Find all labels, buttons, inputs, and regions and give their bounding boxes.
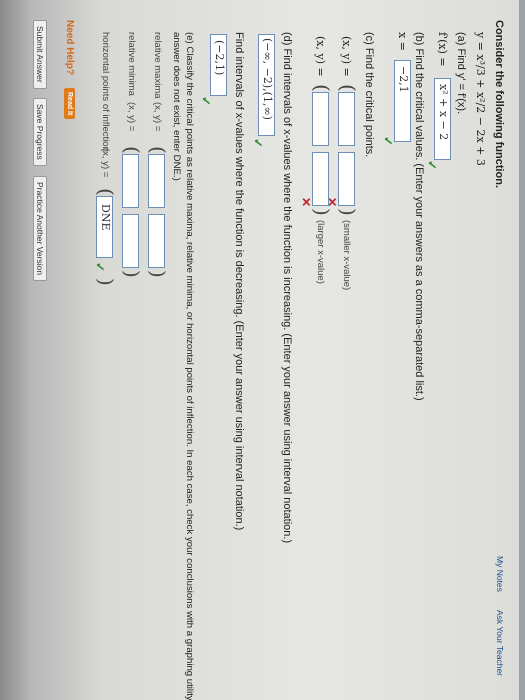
rel-max-xy-prefix: (x, y) =	[152, 102, 163, 132]
part-d-decreasing-answer: (−2,1)	[213, 40, 226, 76]
my-notes-link[interactable]: My Notes	[495, 556, 505, 592]
rel-max-open-paren: (	[146, 146, 170, 154]
hpoi-xy-prefix: (x, y) =	[100, 148, 111, 178]
part-c-y2-box[interactable]	[312, 152, 329, 206]
part-c-row1-close-paren: )	[336, 208, 360, 216]
part-d-decreasing-label: Find intervals of x-values where the fun…	[233, 32, 245, 531]
hpoi-close-paren: )	[94, 278, 118, 286]
part-a-check-icon: ✓	[425, 160, 439, 171]
rel-max-y-box[interactable]	[148, 214, 165, 268]
rel-min-close-paren: )	[120, 270, 144, 278]
rel-max-x-box[interactable]	[148, 154, 165, 208]
rel-max-label: relative maxima	[152, 32, 163, 99]
save-progress-button[interactable]: Save Progress	[33, 98, 47, 166]
part-d-increasing-answer: (−∞, −2),(1,∞)	[261, 38, 274, 120]
function-expression: y = x³/3 + x²/2 − 2x + 3	[474, 32, 487, 166]
rel-min-y-box[interactable]	[122, 214, 139, 268]
part-b-answer: −2,1	[397, 66, 410, 93]
hpoi-check-icon: ✓	[93, 262, 107, 273]
hpoi-label: horizontal points of inflection	[100, 32, 111, 152]
part-e-label: (e) Classify the critical points as rela…	[184, 32, 195, 700]
part-c-row2-x-icon: ✕	[299, 197, 313, 208]
rel-min-x-box[interactable]	[122, 154, 139, 208]
rel-min-xy-prefix: (x, y) =	[126, 102, 137, 132]
browser-top-bar	[519, 0, 525, 700]
submit-answer-button[interactable]: Submit Answer	[33, 20, 47, 89]
part-a-answer: x² + x − 2	[437, 84, 450, 141]
need-help-label: Need Help?	[64, 20, 75, 76]
read-it-button[interactable]: Read It	[64, 88, 75, 120]
part-c-row2-open-paren: (	[310, 84, 334, 92]
part-a-label: (a) Find y' = f'(x).	[455, 32, 467, 115]
hpoi-open-paren: (	[94, 188, 118, 196]
part-c-y1-box[interactable]	[338, 152, 355, 206]
part-b-label: (b) Find the critical values. (Enter you…	[413, 32, 425, 401]
part-c-label: (c) Find the critical points.	[363, 32, 375, 158]
rel-min-open-paren: (	[120, 146, 144, 154]
intro-text: Consider the following function.	[493, 20, 505, 189]
hpoi-answer: DNE	[99, 204, 112, 231]
part-c-row1-open-paren: (	[336, 84, 360, 92]
problem-page: My Notes Ask Your Teacher Consider the f…	[0, 0, 525, 700]
part-c-row2-hint: (larger x-value)	[315, 220, 326, 284]
part-c-row2-close-paren: )	[310, 208, 334, 216]
part-c-row2-prefix: (x, y) =	[314, 36, 327, 77]
rel-max-close-paren: )	[146, 270, 170, 278]
part-b-prefix: x =	[396, 32, 409, 51]
part-c-x2-box[interactable]	[312, 92, 329, 146]
part-d-label: (d) Find intervals of x-values where the…	[281, 32, 293, 544]
part-e-label-cont: answer does not exist, enter DNE.)	[171, 32, 182, 181]
ask-teacher-link[interactable]: Ask Your Teacher	[495, 610, 505, 676]
part-d-check-icon: ✓	[251, 138, 265, 149]
part-a-prefix: f'(x) =	[436, 32, 449, 67]
part-c-x1-box[interactable]	[338, 92, 355, 146]
practice-another-version-button[interactable]: Practice Another Version	[33, 176, 47, 282]
part-c-row1-prefix: (x, y) =	[340, 36, 353, 77]
part-b-check-icon: ✓	[381, 136, 395, 147]
part-d-decreasing-check-icon: ✓	[199, 96, 213, 107]
rel-min-label: relative minima	[126, 32, 137, 96]
part-c-row1-hint: (smaller x-value)	[341, 220, 352, 291]
photo-stage: My Notes Ask Your Teacher Consider the f…	[0, 0, 525, 700]
